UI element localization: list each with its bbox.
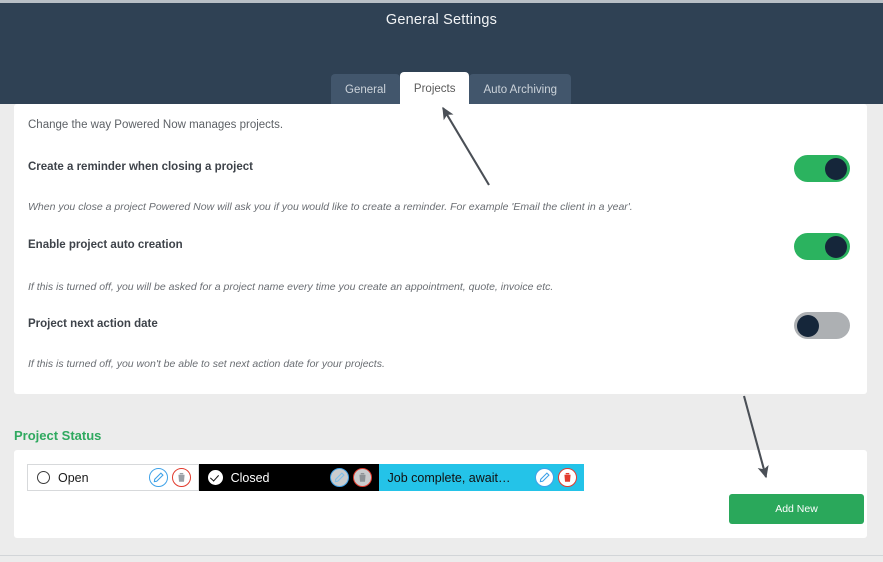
toggle-project-auto-creation[interactable] bbox=[794, 233, 850, 260]
setting-label-next-action-date: Project next action date bbox=[28, 318, 158, 330]
setting-description-create-reminder: When you close a project Powered Now wil… bbox=[28, 201, 633, 213]
toggle-create-reminder[interactable] bbox=[794, 155, 850, 182]
setting-label-create-reminder: Create a reminder when closing a project bbox=[28, 161, 253, 173]
toggle-knob bbox=[825, 235, 847, 258]
page-title: General Settings bbox=[385, 12, 498, 28]
trash-icon[interactable] bbox=[171, 468, 191, 487]
status-chip-job-complete[interactable]: Job complete, await… bbox=[378, 464, 584, 491]
project-status-card: Open Closed Job complete, await… Add New bbox=[14, 450, 867, 538]
pencil-icon[interactable] bbox=[534, 468, 554, 487]
projects-settings-card: Change the way Powered Now manages proje… bbox=[14, 104, 867, 394]
settings-tab-bar: General Projects Auto Archiving bbox=[331, 72, 571, 106]
trash-icon[interactable] bbox=[557, 468, 577, 487]
tab-projects[interactable]: Projects bbox=[399, 72, 470, 106]
project-status-chip-list: Open Closed Job complete, await… bbox=[27, 464, 584, 491]
toggle-knob bbox=[797, 314, 819, 337]
toggle-next-action-date[interactable] bbox=[794, 312, 850, 339]
setting-label-project-auto-creation: Enable project auto creation bbox=[28, 239, 183, 251]
setting-description-next-action-date: If this is turned off, you won't be able… bbox=[28, 358, 385, 370]
toggle-knob bbox=[825, 157, 847, 180]
pencil-icon[interactable] bbox=[329, 468, 349, 487]
settings-intro-text: Change the way Powered Now manages proje… bbox=[28, 119, 284, 131]
chip-actions bbox=[329, 468, 372, 487]
status-chip-label: Closed bbox=[230, 470, 270, 485]
add-new-button[interactable]: Add New bbox=[729, 494, 864, 524]
chip-actions bbox=[534, 468, 577, 487]
chip-actions bbox=[148, 468, 191, 487]
tab-general[interactable]: General bbox=[331, 74, 400, 106]
check-circle-icon bbox=[207, 470, 223, 485]
pencil-icon[interactable] bbox=[148, 468, 168, 487]
status-chip-open[interactable]: Open bbox=[27, 464, 199, 491]
trash-icon[interactable] bbox=[352, 468, 372, 487]
radio-unchecked-icon bbox=[37, 471, 50, 484]
project-status-heading: Project Status bbox=[14, 428, 102, 443]
setting-description-project-auto-creation: If this is turned off, you will be asked… bbox=[28, 281, 554, 293]
status-chip-label: Open bbox=[58, 470, 89, 485]
bottom-divider bbox=[0, 555, 883, 556]
status-chip-closed[interactable]: Closed bbox=[198, 464, 379, 491]
status-chip-label: Job complete, await… bbox=[387, 470, 511, 485]
tab-auto-archiving[interactable]: Auto Archiving bbox=[469, 74, 571, 106]
